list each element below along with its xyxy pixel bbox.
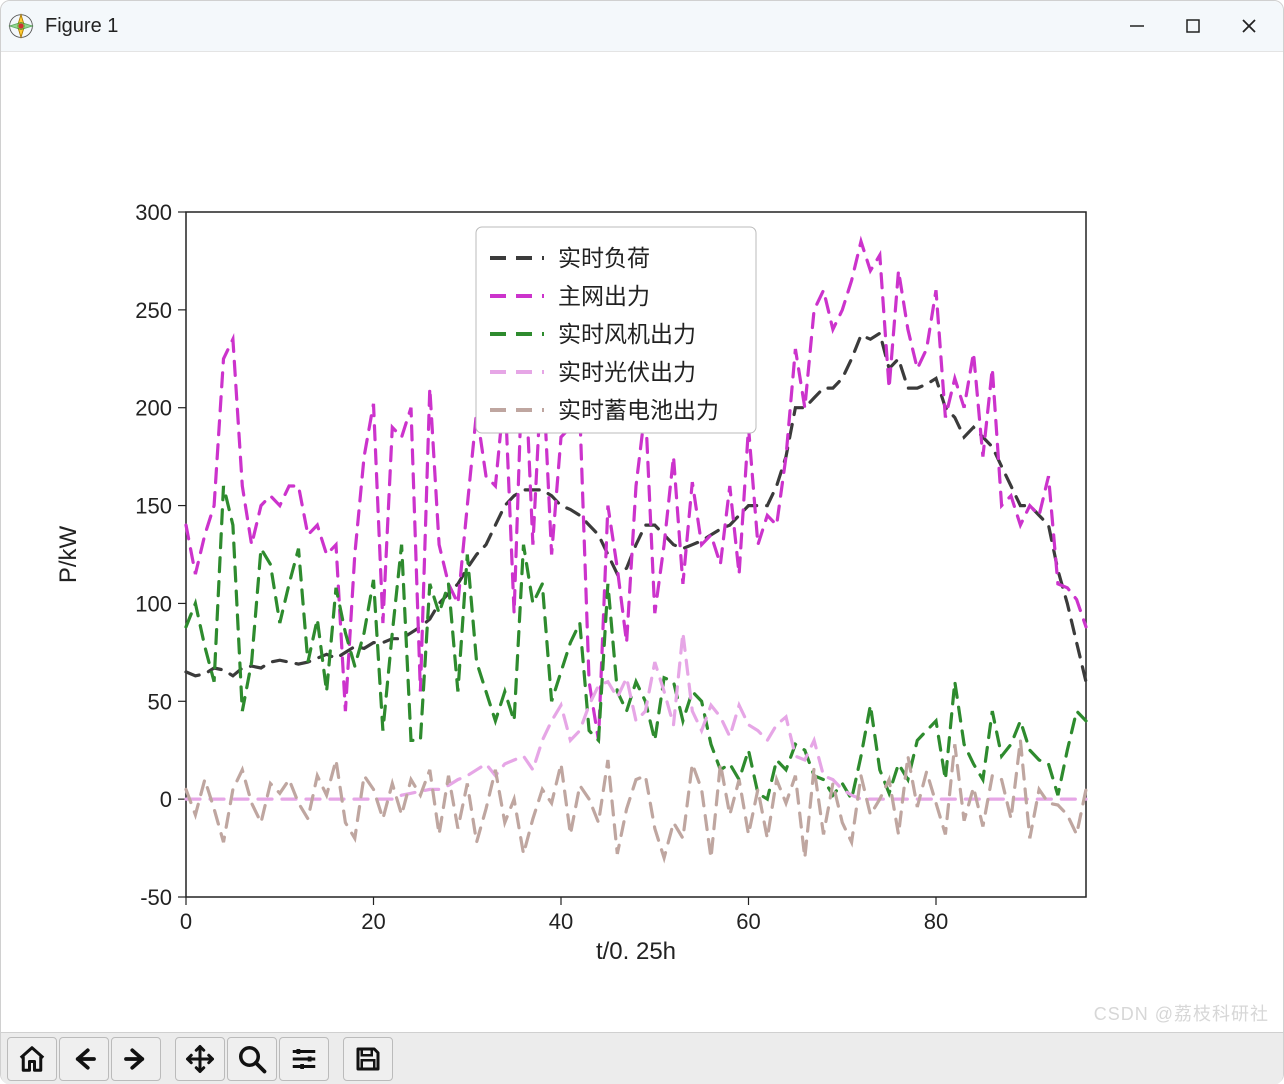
watermark-text: CSDN @荔枝科研社 [1094, 1000, 1269, 1026]
app-icon [7, 12, 35, 40]
save-icon [353, 1044, 383, 1074]
svg-text:80: 80 [924, 909, 948, 934]
minimize-button[interactable] [1109, 6, 1165, 46]
legend-label: 实时负荷 [558, 245, 650, 271]
back-button[interactable] [59, 1037, 109, 1081]
svg-text:60: 60 [736, 909, 760, 934]
svg-text:50: 50 [148, 689, 172, 714]
svg-text:0: 0 [180, 909, 192, 934]
zoom-icon [237, 1044, 267, 1074]
save-button[interactable] [343, 1037, 393, 1081]
svg-text:150: 150 [135, 494, 172, 519]
close-icon [1240, 17, 1258, 35]
close-button[interactable] [1221, 6, 1277, 46]
sliders-icon [289, 1044, 319, 1074]
chart-svg: 0 20 40 60 80 -50 0 50 100 150 200 250 300 t/0. 25h P/… [1, 52, 1283, 1032]
svg-text:100: 100 [135, 591, 172, 616]
minimize-icon [1128, 17, 1146, 35]
svg-text:200: 200 [135, 396, 172, 421]
titlebar: Figure 1 [1, 1, 1283, 52]
series-line [186, 486, 1086, 799]
configure-button[interactable] [279, 1037, 329, 1081]
y-axis-label: P/kW [55, 525, 82, 583]
svg-text:0: 0 [160, 787, 172, 812]
svg-text:300: 300 [135, 200, 172, 225]
window-title: Figure 1 [45, 15, 118, 38]
home-icon [17, 1044, 47, 1074]
svg-text:40: 40 [549, 909, 573, 934]
legend-label: 实时风机出力 [558, 321, 696, 347]
arrow-left-icon [69, 1044, 99, 1074]
legend-label: 实时光伏出力 [558, 359, 696, 385]
legend-label: 主网出力 [558, 283, 650, 309]
move-icon [185, 1044, 215, 1074]
maximize-button[interactable] [1165, 6, 1221, 46]
home-button[interactable] [7, 1037, 57, 1081]
pan-button[interactable] [175, 1037, 225, 1081]
legend-label: 实时蓄电池出力 [558, 397, 719, 423]
svg-text:20: 20 [361, 909, 385, 934]
arrow-right-icon [121, 1044, 151, 1074]
zoom-button[interactable] [227, 1037, 277, 1081]
forward-button[interactable] [111, 1037, 161, 1081]
maximize-icon [1185, 18, 1201, 34]
plot-area: 0 20 40 60 80 -50 0 50 100 150 200 250 300 t/0. 25h P/… [1, 52, 1283, 1032]
x-axis-label: t/0. 25h [596, 938, 676, 965]
app-window: Figure 1 0 20 40 60 80 -50 0 50 100 150 200 250 300 t… [0, 0, 1284, 1084]
svg-text:-50: -50 [140, 885, 172, 910]
svg-text:250: 250 [135, 298, 172, 323]
matplotlib-toolbar [1, 1032, 1283, 1084]
